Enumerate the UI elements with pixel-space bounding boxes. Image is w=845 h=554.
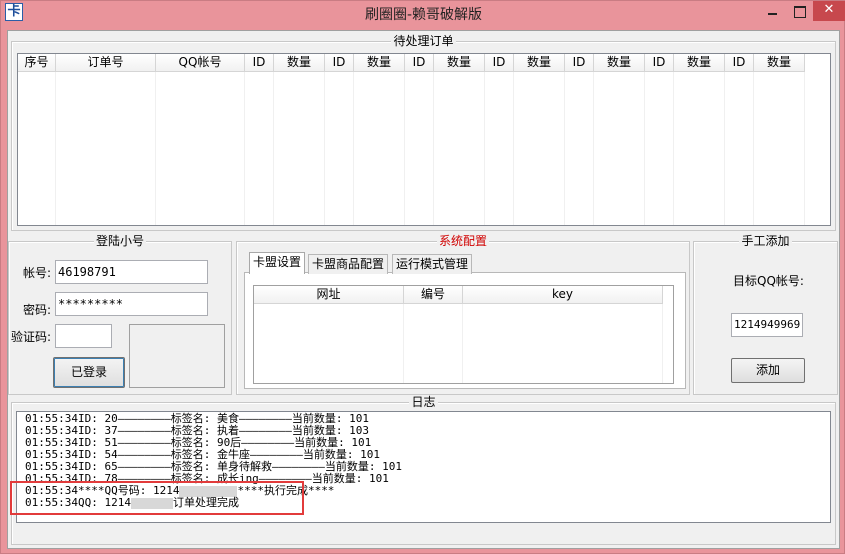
password-input[interactable]: ********* bbox=[55, 292, 208, 316]
orders-grid[interactable]: 序号 订单号 QQ帐号 ID 数量 ID 数量 ID 数量 ID 数量 ID 数量 ID 数量 ID 数量 bbox=[17, 53, 831, 226]
captcha-image[interactable] bbox=[129, 324, 225, 388]
manual-add-group: 手工添加 目标QQ帐号: 1214949969 添加 bbox=[693, 234, 838, 395]
orders-column-header[interactable]: 订单号 bbox=[56, 54, 156, 72]
orders-column-header[interactable]: 数量 bbox=[674, 54, 725, 72]
account-input[interactable]: 46198791 bbox=[55, 260, 208, 284]
login-title: 登陆小号 bbox=[93, 234, 146, 248]
orders-title: 待处理订单 bbox=[391, 34, 456, 48]
close-button[interactable] bbox=[813, 1, 845, 21]
login-button[interactable]: 已登录 bbox=[53, 357, 125, 388]
orders-column bbox=[725, 72, 754, 225]
config-group: 系统配置 网址 编号 key 卡盟设置 卡盟商品配置 运行模式管理 bbox=[236, 234, 690, 395]
card-settings-column-header[interactable]: 编号 bbox=[404, 286, 463, 304]
maximize-button[interactable] bbox=[786, 1, 813, 21]
card-settings-column-header[interactable]: key bbox=[463, 286, 663, 304]
orders-column-header[interactable]: ID bbox=[725, 54, 754, 72]
orders-column bbox=[594, 72, 645, 225]
orders-column-header[interactable]: 序号 bbox=[18, 54, 56, 72]
account-label: 帐号: bbox=[23, 266, 52, 280]
card-settings-column bbox=[463, 304, 663, 383]
orders-column-header[interactable]: ID bbox=[245, 54, 274, 72]
card-settings-header: 网址 编号 key bbox=[254, 286, 663, 304]
orders-column-header[interactable]: 数量 bbox=[274, 54, 325, 72]
tab-card-settings[interactable]: 卡盟设置 bbox=[249, 252, 306, 274]
minimize-button[interactable] bbox=[759, 1, 786, 21]
card-settings-column-header[interactable]: 网址 bbox=[254, 286, 404, 304]
orders-column-header[interactable]: ID bbox=[645, 54, 674, 72]
config-tab-pane: 网址 编号 key bbox=[244, 272, 686, 389]
login-group: 登陆小号 帐号: 46198791 密码: ********* 验证码: 已登录 bbox=[8, 234, 232, 395]
log-title: 日志 bbox=[409, 395, 438, 409]
window-title: 刷圈圈-赖哥破解版 bbox=[364, 7, 483, 23]
orders-grid-body bbox=[18, 72, 805, 225]
tab-card-products[interactable]: 卡盟商品配置 bbox=[308, 254, 389, 274]
orders-column bbox=[325, 72, 354, 225]
orders-column bbox=[354, 72, 405, 225]
orders-column-header[interactable]: 数量 bbox=[594, 54, 645, 72]
orders-column bbox=[754, 72, 805, 225]
config-title: 系统配置 bbox=[436, 234, 489, 248]
orders-column-header[interactable]: ID bbox=[565, 54, 594, 72]
orders-column-header[interactable]: 数量 bbox=[514, 54, 565, 72]
orders-column-header[interactable]: ID bbox=[485, 54, 514, 72]
title-bar[interactable]: 卡 刷圈圈-赖哥破解版 bbox=[1, 1, 845, 24]
orders-group: 待处理订单 序号 订单号 QQ帐号 ID 数量 ID 数量 ID 数量 ID 数量 ID 数量 ID 数量 I… bbox=[11, 34, 836, 231]
main-window: 卡 刷圈圈-赖哥破解版 待处理订单 序号订单号QQ帐号ID数量ID数量ID数量I… bbox=[0, 0, 845, 554]
orders-column bbox=[274, 72, 325, 225]
orders-grid-header: 序号 订单号 QQ帐号 ID 数量 ID 数量 ID 数量 ID 数量 ID 数量 ID 数量 ID 数量 bbox=[18, 54, 805, 72]
manual-add-title: 手工添加 bbox=[739, 234, 792, 248]
orders-column-header[interactable]: ID bbox=[325, 54, 354, 72]
orders-column bbox=[434, 72, 485, 225]
orders-column-header[interactable]: 数量 bbox=[754, 54, 805, 72]
orders-column bbox=[245, 72, 274, 225]
orders-column bbox=[485, 72, 514, 225]
orders-column bbox=[18, 72, 56, 225]
add-button[interactable]: 添加 bbox=[731, 358, 805, 383]
captcha-label: 验证码: bbox=[11, 330, 52, 344]
orders-column bbox=[645, 72, 674, 225]
card-settings-column bbox=[404, 304, 463, 383]
orders-column bbox=[674, 72, 725, 225]
orders-column-header[interactable]: ID bbox=[405, 54, 434, 72]
log-group: 日志 01:55:34ID: 20————————标签名: 美食————————… bbox=[11, 395, 836, 545]
card-settings-column bbox=[254, 304, 404, 383]
orders-column bbox=[514, 72, 565, 225]
orders-column-header[interactable]: 数量 bbox=[354, 54, 405, 72]
card-settings-grid[interactable]: 网址 编号 key bbox=[253, 285, 674, 384]
orders-column bbox=[156, 72, 245, 225]
captcha-input[interactable] bbox=[55, 324, 112, 348]
orders-column bbox=[565, 72, 594, 225]
target-qq-input[interactable]: 1214949969 bbox=[731, 313, 803, 337]
orders-column bbox=[405, 72, 434, 225]
client-area: 待处理订单 序号 订单号 QQ帐号 ID 数量 ID 数量 ID 数量 ID 数量 ID 数量 ID 数量 I… bbox=[7, 30, 840, 549]
orders-column bbox=[56, 72, 156, 225]
orders-column-header[interactable]: QQ帐号 bbox=[156, 54, 245, 72]
card-settings-body bbox=[254, 304, 663, 383]
orders-column-header[interactable]: 数量 bbox=[434, 54, 485, 72]
tab-run-mode[interactable]: 运行模式管理 bbox=[392, 254, 473, 274]
highlight-box bbox=[10, 481, 304, 515]
target-qq-label: 目标QQ帐号: bbox=[733, 274, 804, 288]
password-label: 密码: bbox=[23, 303, 52, 317]
